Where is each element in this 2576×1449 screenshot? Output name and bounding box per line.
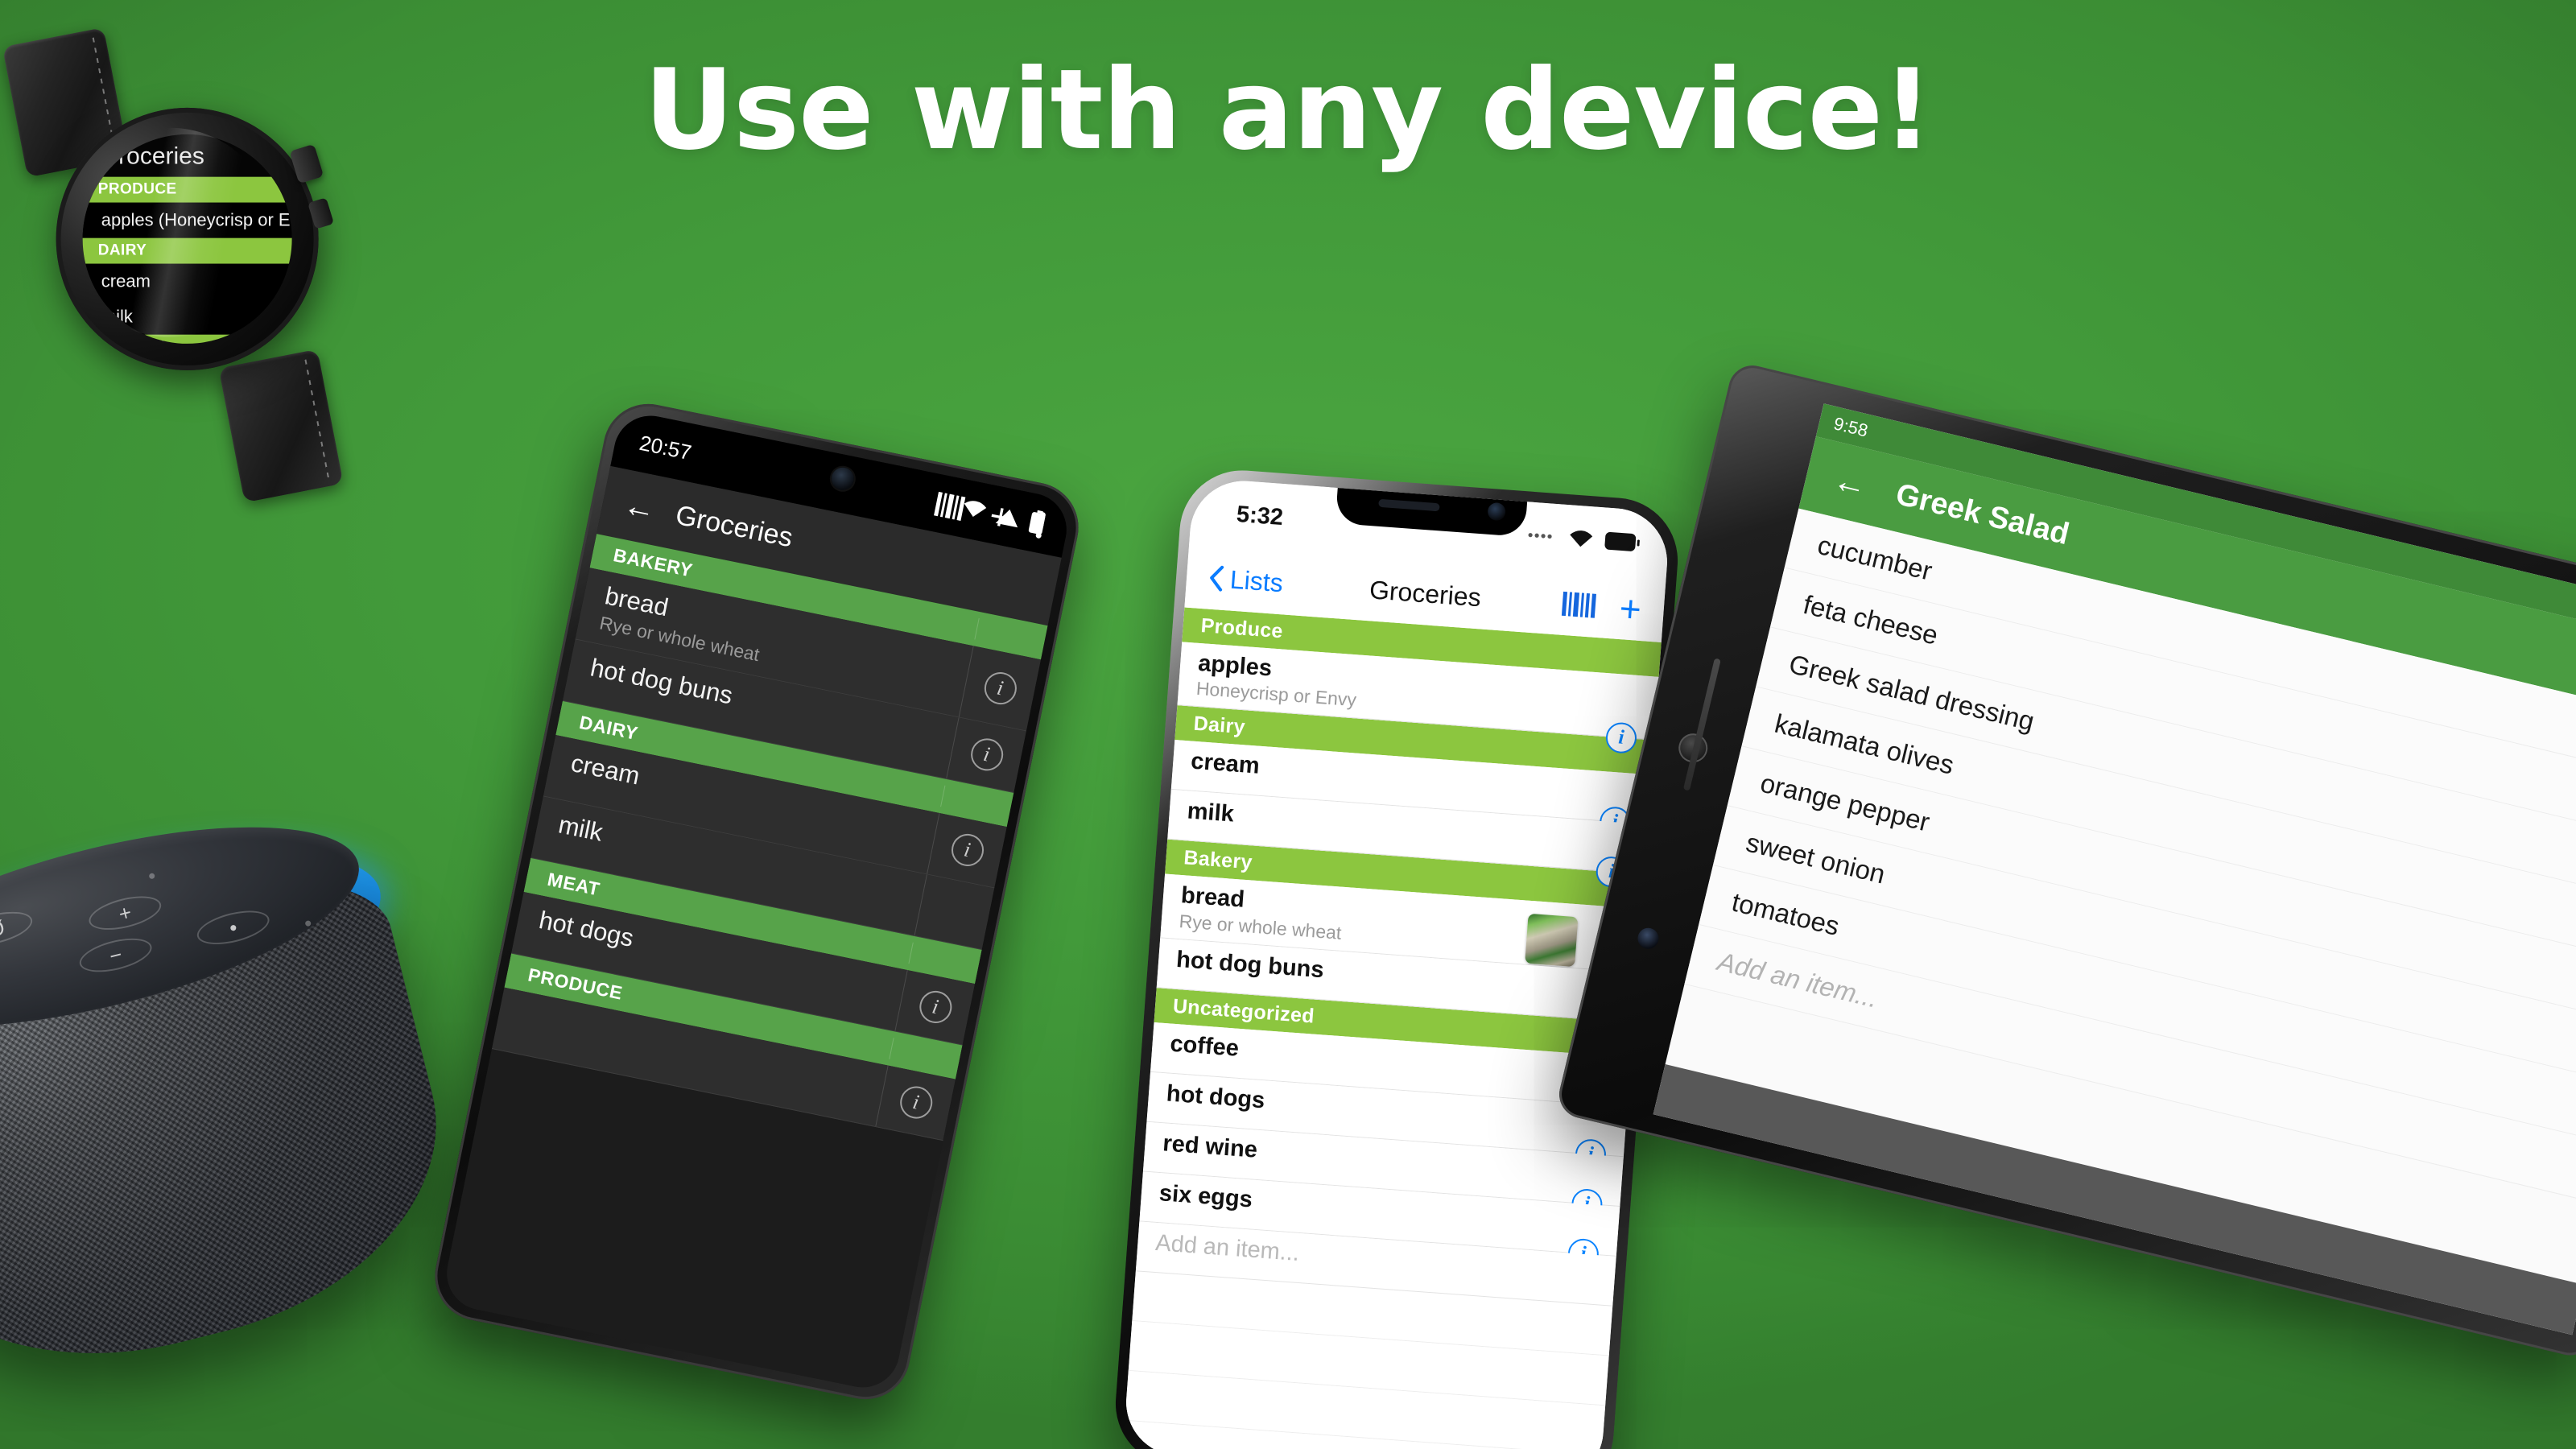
mic-mute-button[interactable]: Ø [0, 905, 36, 952]
speaker-mic-hole [148, 873, 155, 880]
front-camera-icon [1635, 926, 1662, 952]
watch-side-button[interactable] [308, 197, 334, 229]
watch-crown-button[interactable] [289, 143, 324, 184]
volume-up-button[interactable]: + [85, 890, 165, 936]
info-icon[interactable]: i [897, 1084, 935, 1122]
info-icon[interactable]: i [916, 988, 955, 1026]
android-status-time: 20:57 [637, 430, 694, 464]
watch-category-dairy: DAIRY [70, 237, 318, 264]
ios-status-time: 5:32 [1235, 501, 1285, 531]
watch-category-produce: PRODUCE [70, 176, 318, 203]
watch-screen[interactable]: Groceries PRODUCE apples (Honeycrisp or … [56, 108, 318, 370]
battery-icon [1604, 530, 1641, 556]
add-icon[interactable]: + [986, 494, 1016, 539]
watch-list-item[interactable]: cream [70, 263, 318, 299]
info-icon[interactable]: i [980, 669, 1020, 708]
cellular-icon [1526, 529, 1558, 547]
speaker-mic-hole [304, 919, 312, 927]
watch-list-title: Groceries [99, 142, 204, 170]
watch-list-item[interactable]: milk [70, 299, 318, 335]
watch-list-item[interactable]: apples (Honeycrisp or Envy) [70, 202, 318, 238]
iphone-screen[interactable]: 5:32 Lists Groceries + Produce apples Ho… [1122, 477, 1671, 1449]
item-photo-thumbnail[interactable] [1525, 914, 1579, 968]
volume-down-button[interactable]: − [76, 932, 155, 979]
back-icon[interactable]: ← [621, 486, 659, 528]
barcode-scan-icon[interactable] [934, 491, 966, 522]
wifi-icon [1567, 527, 1596, 553]
earpiece-speaker [1378, 498, 1440, 512]
volume-rocker[interactable] [1682, 658, 1721, 791]
page-headline: Use with any device! [643, 45, 1933, 175]
back-icon[interactable]: ← [1830, 460, 1872, 505]
barcode-scan-icon[interactable] [1562, 591, 1597, 618]
info-icon[interactable]: i [968, 736, 1006, 774]
android-list-title: Groceries [673, 499, 796, 553]
add-icon[interactable]: + [1618, 587, 1643, 630]
info-icon[interactable]: i [947, 831, 987, 869]
front-camera-icon [1487, 502, 1506, 522]
category-label: MEAT [545, 868, 602, 900]
action-button[interactable]: • [193, 904, 273, 951]
tablet-status-time: 9:58 [1831, 413, 1870, 441]
category-label: DAIRY [577, 711, 640, 744]
